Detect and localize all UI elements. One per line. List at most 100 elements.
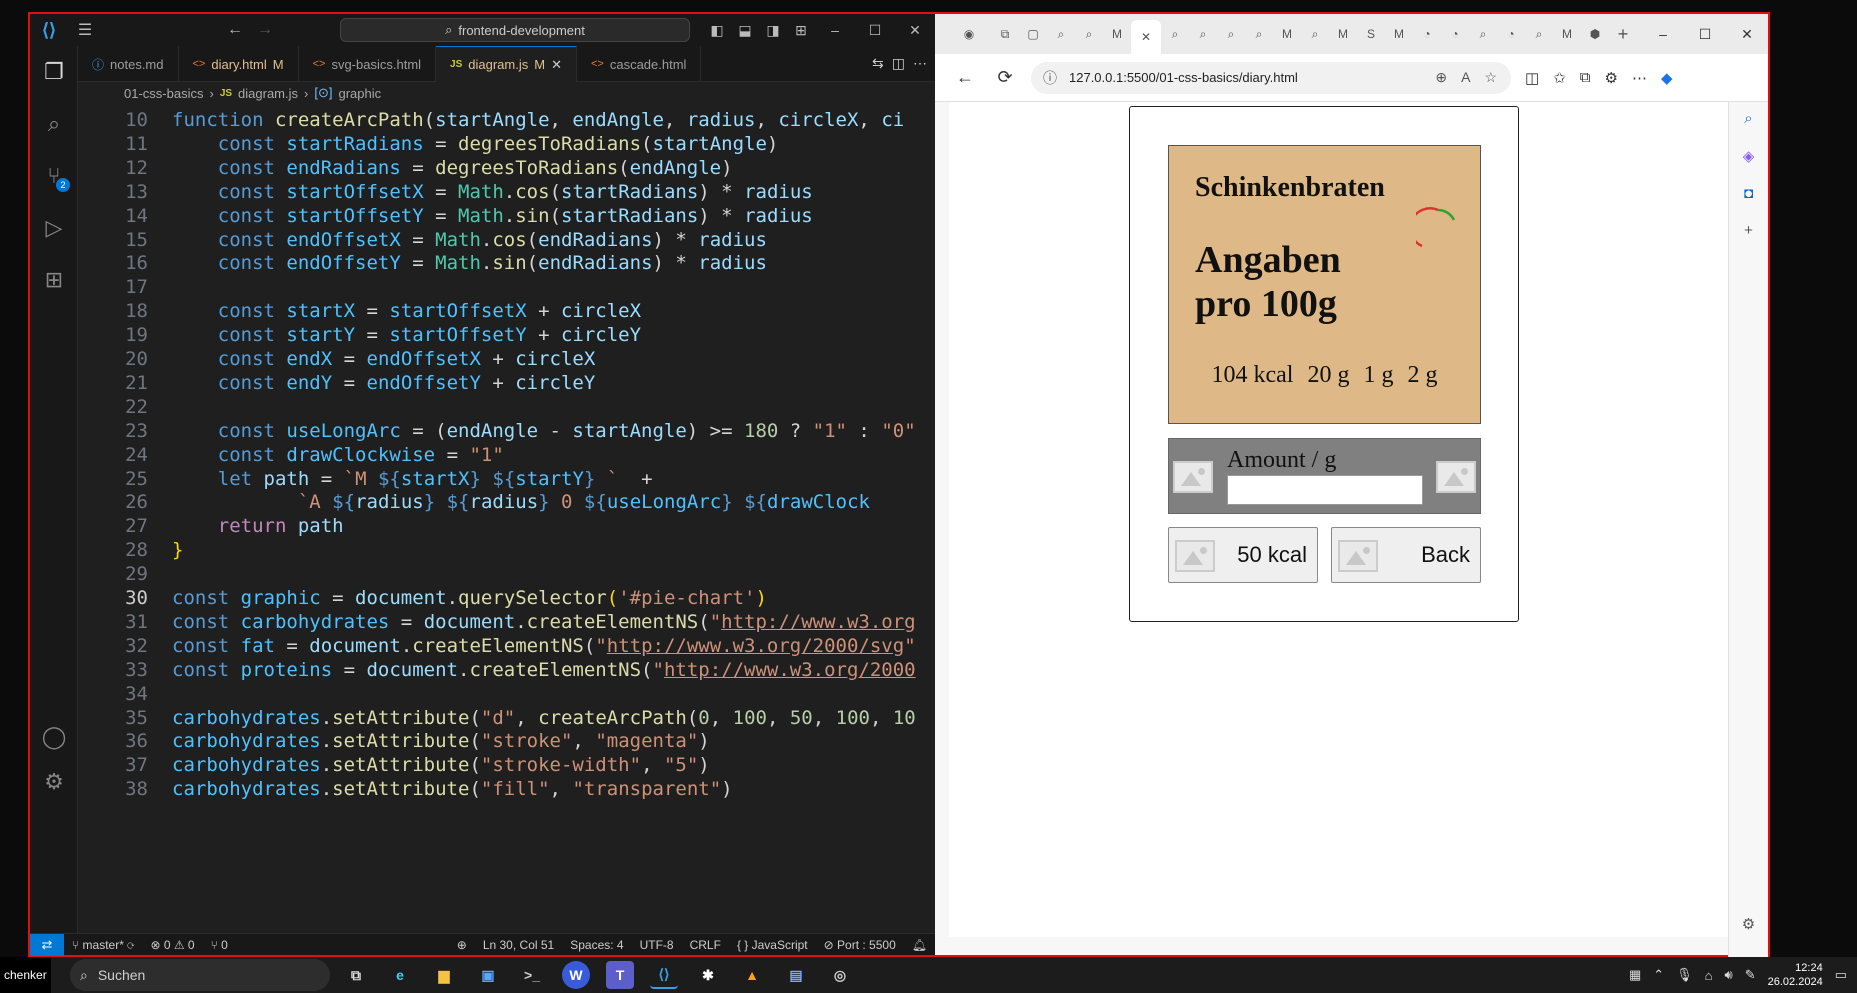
notification-center-icon[interactable]: ▭ — [1835, 967, 1847, 983]
zoom-icon[interactable]: ⊕ — [1435, 69, 1447, 86]
toggle-panel-icon[interactable]: ⬓ — [731, 22, 759, 39]
minimize-button[interactable]: – — [1642, 26, 1684, 43]
browser-tab[interactable]: M — [1103, 20, 1131, 48]
more-menu-icon[interactable]: ⋯ — [1632, 69, 1647, 87]
tab-notes-md[interactable]: ⓘ notes.md — [78, 46, 179, 82]
address-bar[interactable]: ⓘ 127.0.0.1:5500/01-css-basics/diary.htm… — [1031, 61, 1511, 94]
file-explorer-icon[interactable]: ▆ — [430, 961, 458, 989]
command-center-search[interactable]: ⌕ frontend-development — [340, 18, 690, 42]
browser-tab[interactable]: ◔ — [1497, 20, 1525, 48]
browser-tab[interactable]: ⌕ — [1469, 20, 1497, 48]
tab-actions-icon[interactable]: ⧉ — [991, 20, 1019, 48]
browser-tab[interactable]: S — [1357, 20, 1385, 48]
vscode-taskbar-icon[interactable]: ⟨⟩ — [650, 961, 678, 989]
explorer-icon[interactable]: ❐ — [30, 46, 78, 98]
clock[interactable]: 12:24 26.02.2024 — [1768, 961, 1823, 989]
app-icon[interactable]: ✱ — [694, 961, 722, 989]
eol-status[interactable]: CRLF — [682, 938, 729, 952]
edge-icon[interactable]: e — [386, 961, 414, 989]
active-browser-tab[interactable]: ✕ — [1131, 20, 1161, 54]
favorites-icon[interactable]: ✩ — [1553, 69, 1566, 87]
toggle-secondary-sidebar-icon[interactable]: ◨ — [759, 22, 787, 39]
tab-cascade-html[interactable]: <> cascade.html — [577, 46, 702, 82]
sidebar-app-icon[interactable]: ◈ — [1743, 147, 1755, 165]
outlook-icon[interactable]: ◘ — [1744, 185, 1753, 202]
browser-tab[interactable]: M — [1273, 20, 1301, 48]
favorite-star-icon[interactable]: ☆ — [1484, 69, 1497, 86]
browser-tab[interactable]: ⌕ — [1075, 20, 1103, 48]
cursor-position[interactable]: Ln 30, Col 51 — [475, 938, 562, 952]
live-server-status[interactable]: ⊘ Port : 5500 — [816, 938, 904, 952]
volume-icon[interactable]: 🔊︎ — [1725, 967, 1733, 983]
indentation-status[interactable]: Spaces: 4 — [562, 938, 631, 952]
browser-tab[interactable]: M — [1553, 20, 1581, 48]
menu-icon[interactable]: ☰ — [70, 20, 100, 40]
browser-tab[interactable]: ▢ — [1019, 20, 1047, 48]
browser-tab[interactable]: ⌕ — [1189, 20, 1217, 48]
breadcrumb-file[interactable]: diagram.js — [238, 86, 298, 101]
app-icon[interactable]: ▲ — [738, 961, 766, 989]
compare-changes-icon[interactable]: ⇆ — [872, 55, 884, 72]
maximize-button[interactable]: ☐ — [855, 22, 895, 39]
source-control-icon[interactable]: ⑂ 2 — [30, 150, 78, 202]
problems-status[interactable]: ⊗ 0 ⚠ 0 — [142, 938, 202, 952]
keyboard-icon[interactable]: ▦ — [1629, 967, 1641, 983]
code-line[interactable]: 38 carbohydrates.setAttribute("fill", "tr… — [78, 775, 937, 803]
browser-tab[interactable]: M — [1385, 20, 1413, 48]
close-button[interactable]: ✕ — [895, 22, 935, 39]
collections-icon[interactable]: ⧉ — [1580, 69, 1591, 87]
show-hidden-icons-icon[interactable]: ⌃ — [1653, 967, 1664, 983]
add-sidebar-app-icon[interactable]: + — [1744, 222, 1753, 239]
copilot-icon[interactable]: ◆ — [1661, 69, 1673, 87]
back-arrow-icon[interactable]: ← — [945, 67, 985, 88]
browser-tab[interactable]: ⌕ — [1217, 20, 1245, 48]
browser-tab[interactable]: ◔ — [1441, 20, 1469, 48]
sidebar-settings-icon[interactable]: ⚙ — [1742, 915, 1755, 933]
run-debug-icon[interactable]: ▷ — [30, 202, 78, 254]
manage-gear-icon[interactable]: ⚙ — [30, 756, 78, 808]
split-screen-icon[interactable]: ◫ — [1525, 69, 1539, 87]
tab-diary-html[interactable]: <> diary.html M — [179, 46, 299, 82]
ports-status[interactable]: ⑂ 0 — [203, 938, 236, 952]
site-info-icon[interactable]: ⓘ — [1043, 68, 1057, 88]
teams-icon[interactable]: T — [606, 961, 634, 989]
extensions-icon[interactable]: ⊞ — [30, 254, 78, 306]
forward-arrow-icon[interactable]: → — [250, 21, 280, 39]
close-tab-icon[interactable]: ✕ — [551, 57, 562, 73]
browser-tab[interactable]: ⌕ — [1047, 20, 1075, 48]
tab-svg-basics-html[interactable]: <> svg-basics.html — [299, 46, 437, 82]
search-view-icon[interactable]: ⌕ — [30, 98, 78, 150]
extensions-icon[interactable]: ⚙ — [1604, 69, 1617, 87]
more-actions-icon[interactable]: ⋯ — [913, 55, 927, 72]
new-tab-icon[interactable]: + — [1609, 20, 1637, 48]
taskbar-search[interactable]: ⌕ Suchen — [70, 959, 330, 991]
split-editor-icon[interactable]: ◫ — [892, 55, 905, 72]
code-editor[interactable]: 10 function createArcPath(startAngle, end… — [78, 104, 937, 944]
network-icon[interactable]: ⌂ — [1705, 968, 1713, 983]
back-button[interactable]: Back — [1331, 527, 1481, 583]
microphone-icon[interactable]: 🎙︎ — [1676, 967, 1693, 983]
app-icon[interactable]: ◎ — [826, 961, 854, 989]
breadcrumb-folder[interactable]: 01-css-basics — [124, 86, 203, 101]
browser-tab[interactable]: M — [1329, 20, 1357, 48]
browser-tab[interactable]: ⌕ — [1245, 20, 1273, 48]
encoding-status[interactable]: UTF-8 — [632, 938, 682, 952]
task-view-icon[interactable]: ⧉ — [342, 961, 370, 989]
notifications-icon[interactable]: 🔔︎ — [904, 938, 935, 952]
read-aloud-icon[interactable]: A — [1461, 69, 1470, 86]
reload-icon[interactable]: ⟳ — [985, 67, 1025, 88]
close-button[interactable]: ✕ — [1726, 26, 1768, 43]
pen-icon[interactable]: ✎ — [1745, 967, 1756, 983]
toggle-sidebar-icon[interactable]: ◧ — [703, 22, 731, 39]
browser-tab[interactable]: ⌕ — [1161, 20, 1189, 48]
browser-tab[interactable]: ⌕ — [1301, 20, 1329, 48]
zoom-icon[interactable]: ⊕ — [449, 938, 475, 952]
tab-diagram-js[interactable]: JS diagram.js M ✕ — [436, 46, 577, 82]
search-icon[interactable]: ⌕ — [1744, 110, 1752, 127]
language-mode[interactable]: { } JavaScript — [729, 938, 816, 952]
store-icon[interactable]: ▣ — [474, 961, 502, 989]
customize-layout-icon[interactable]: ⊞ — [787, 22, 815, 39]
browser-tab[interactable]: ◔ — [1413, 20, 1441, 48]
amount-input[interactable] — [1227, 475, 1423, 505]
browser-tab[interactable]: ⬢ — [1581, 20, 1609, 48]
